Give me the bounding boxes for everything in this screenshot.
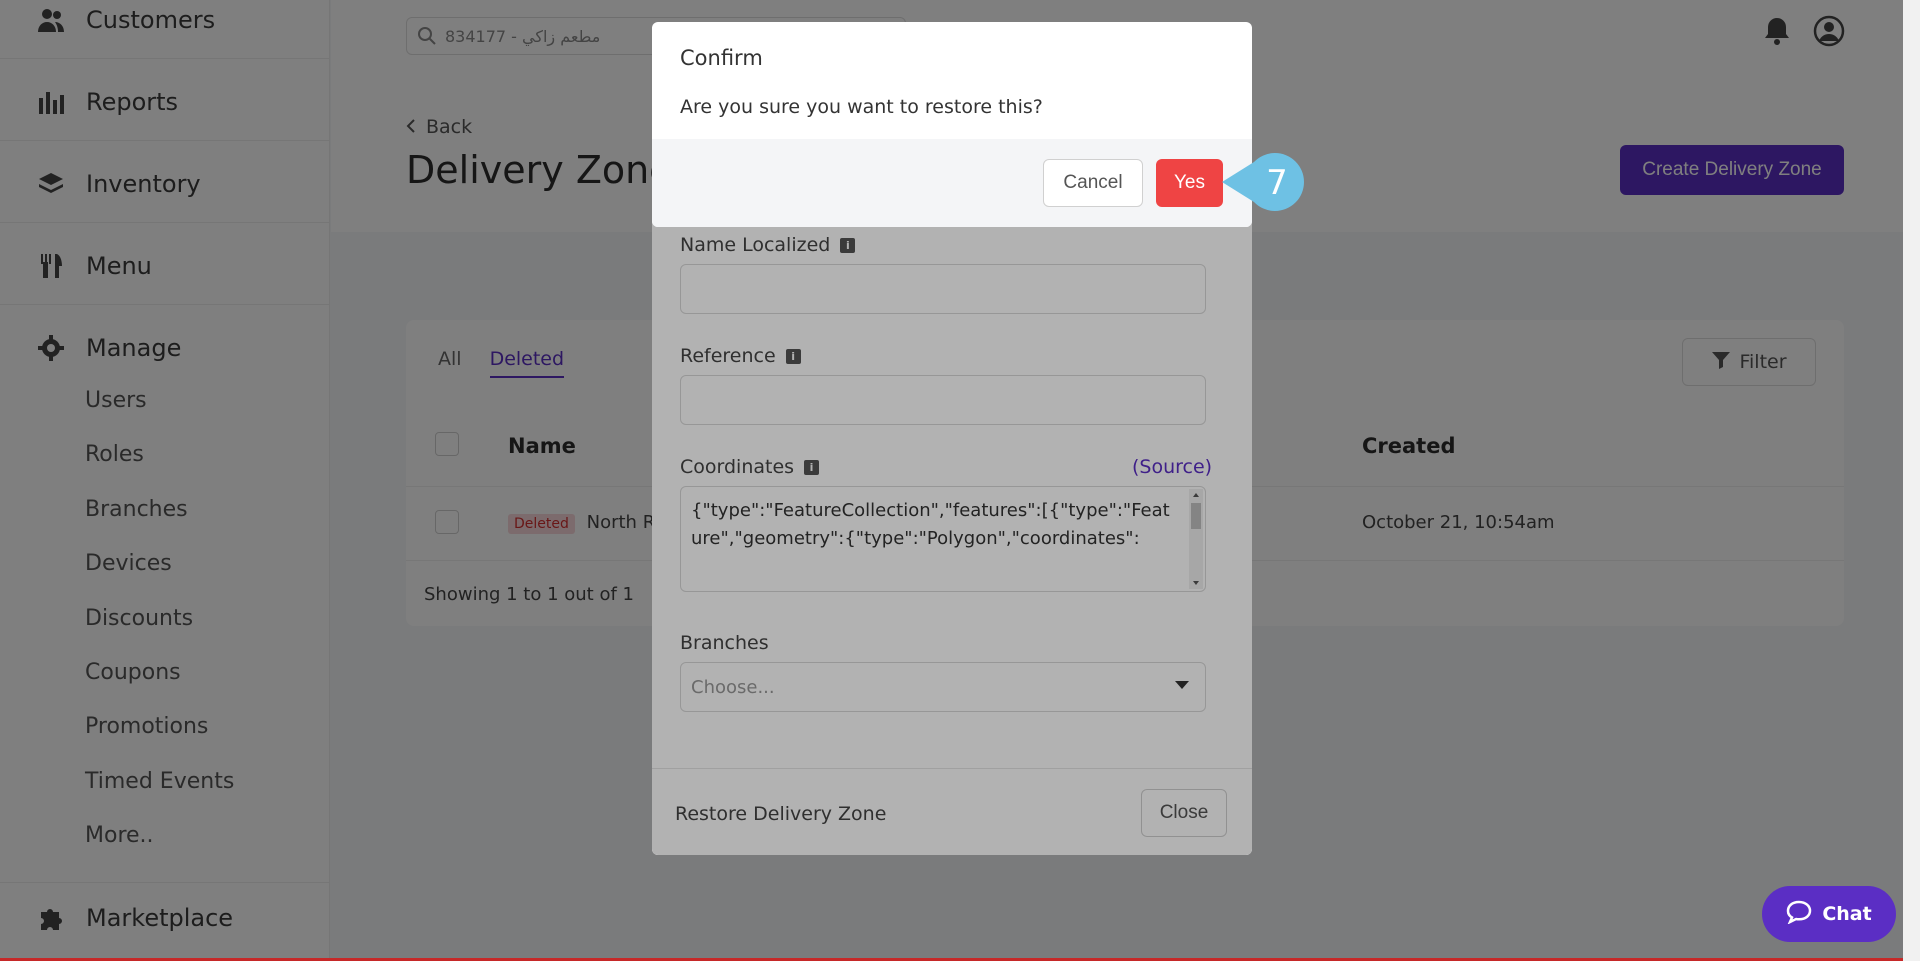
form-dim-overlay <box>652 180 1252 855</box>
chat-bubble-icon <box>1786 900 1812 929</box>
confirm-footer: Cancel Yes <box>652 139 1252 227</box>
yes-button[interactable]: Yes <box>1156 159 1223 207</box>
step-callout: 7 <box>1220 153 1312 211</box>
confirm-message: Are you sure you want to restore this? <box>680 96 1043 118</box>
step-number: 7 <box>1266 163 1288 203</box>
page-scrollbar[interactable] <box>1903 0 1920 961</box>
cancel-button[interactable]: Cancel <box>1043 159 1143 207</box>
chat-button[interactable]: Chat <box>1762 886 1896 942</box>
chat-label: Chat <box>1822 903 1872 925</box>
confirm-dialog: Confirm Are you sure you want to restore… <box>652 22 1252 227</box>
confirm-title: Confirm <box>680 46 763 70</box>
